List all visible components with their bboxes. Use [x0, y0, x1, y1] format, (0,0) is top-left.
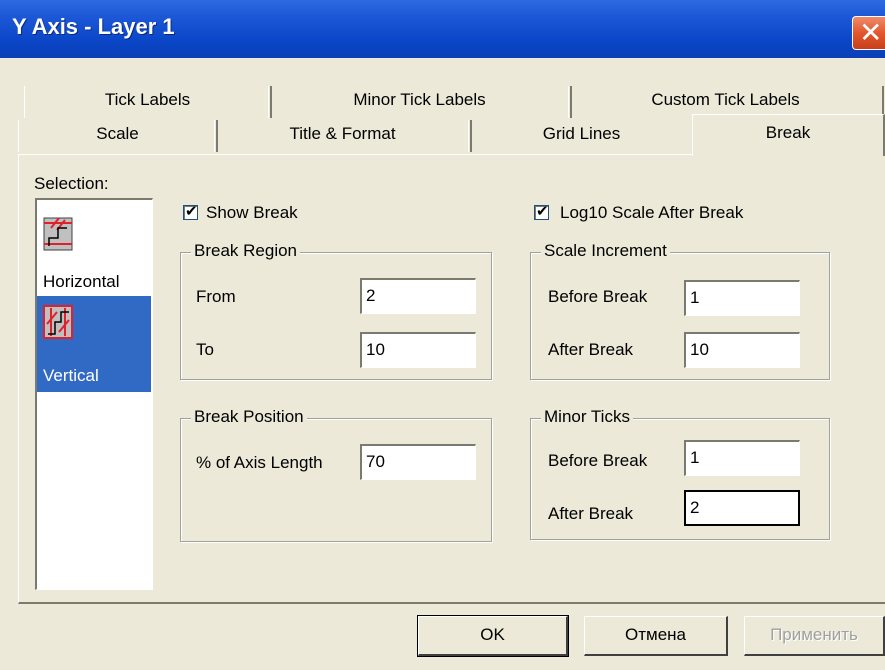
- close-icon: ✕: [859, 17, 883, 48]
- vertical-break-icon: [43, 305, 73, 339]
- to-input[interactable]: 10: [360, 332, 476, 368]
- show-break-checkbox[interactable]: ✔: [183, 203, 198, 220]
- minor-after-label: After Break: [548, 504, 634, 523]
- list-item-horizontal[interactable]: Horizontal: [37, 200, 151, 296]
- scale-before-label: Before Break: [548, 287, 648, 306]
- selection-listbox[interactable]: Horizontal Vertical: [35, 198, 153, 590]
- apply-button[interactable]: Применить: [744, 616, 885, 656]
- log10-scale-checkbox[interactable]: ✔: [534, 203, 549, 220]
- tab-tick-labels[interactable]: Tick Labels: [24, 86, 272, 118]
- scale-before-input[interactable]: 1: [684, 280, 800, 316]
- minor-before-label: Before Break: [548, 451, 648, 470]
- list-item-label: Vertical: [43, 366, 99, 385]
- show-break-label: Show Break: [206, 203, 298, 222]
- tab-label: Custom Tick Labels: [651, 90, 800, 109]
- tab-minor-tick-labels[interactable]: Minor Tick Labels: [268, 86, 572, 118]
- check-icon: ✔: [536, 203, 549, 220]
- close-button[interactable]: ✕: [852, 16, 885, 50]
- tab-label: Break: [765, 123, 811, 142]
- scale-after-label: After Break: [548, 340, 634, 359]
- tab-label: Tick Labels: [104, 90, 191, 109]
- axis-length-input[interactable]: 70: [360, 444, 476, 480]
- tab-label: Scale: [96, 124, 139, 143]
- tab-label: Title & Format: [289, 124, 396, 143]
- scale-increment-title: Scale Increment: [541, 241, 670, 261]
- tab-label: Grid Lines: [542, 124, 621, 143]
- scale-after-input[interactable]: 10: [684, 332, 800, 368]
- break-region-title: Break Region: [191, 241, 301, 261]
- tab-title-format[interactable]: Title & Format: [214, 120, 472, 152]
- break-position-title: Break Position: [191, 407, 307, 427]
- tab-label: Minor Tick Labels: [353, 90, 486, 109]
- window-title: Y Axis - Layer 1: [12, 14, 175, 39]
- to-label: To: [196, 340, 214, 359]
- tab-grid-lines[interactable]: Grid Lines: [468, 120, 696, 152]
- axis-length-label: % of Axis Length: [196, 453, 323, 472]
- break-position-group: Break Position: [180, 407, 492, 542]
- cancel-button[interactable]: Отмена: [584, 616, 728, 656]
- tab-break[interactable]: Break: [692, 114, 885, 156]
- selection-label: Selection:: [34, 174, 109, 193]
- title-bar: Y Axis - Layer 1 ✕: [0, 0, 885, 58]
- from-label: From: [196, 287, 236, 306]
- list-item-vertical[interactable]: Vertical: [37, 296, 151, 392]
- minor-ticks-title: Minor Ticks: [541, 407, 633, 427]
- minor-after-input[interactable]: 2: [684, 490, 800, 526]
- minor-before-input[interactable]: 1: [684, 440, 800, 476]
- log10-scale-label: Log10 Scale After Break: [560, 203, 744, 222]
- horizontal-break-icon: [43, 217, 73, 251]
- check-icon: ✔: [185, 203, 198, 220]
- list-item-label: Horizontal: [43, 272, 120, 291]
- from-input[interactable]: 2: [360, 278, 476, 314]
- ok-button[interactable]: OK: [417, 615, 569, 657]
- tab-scale[interactable]: Scale: [18, 120, 218, 152]
